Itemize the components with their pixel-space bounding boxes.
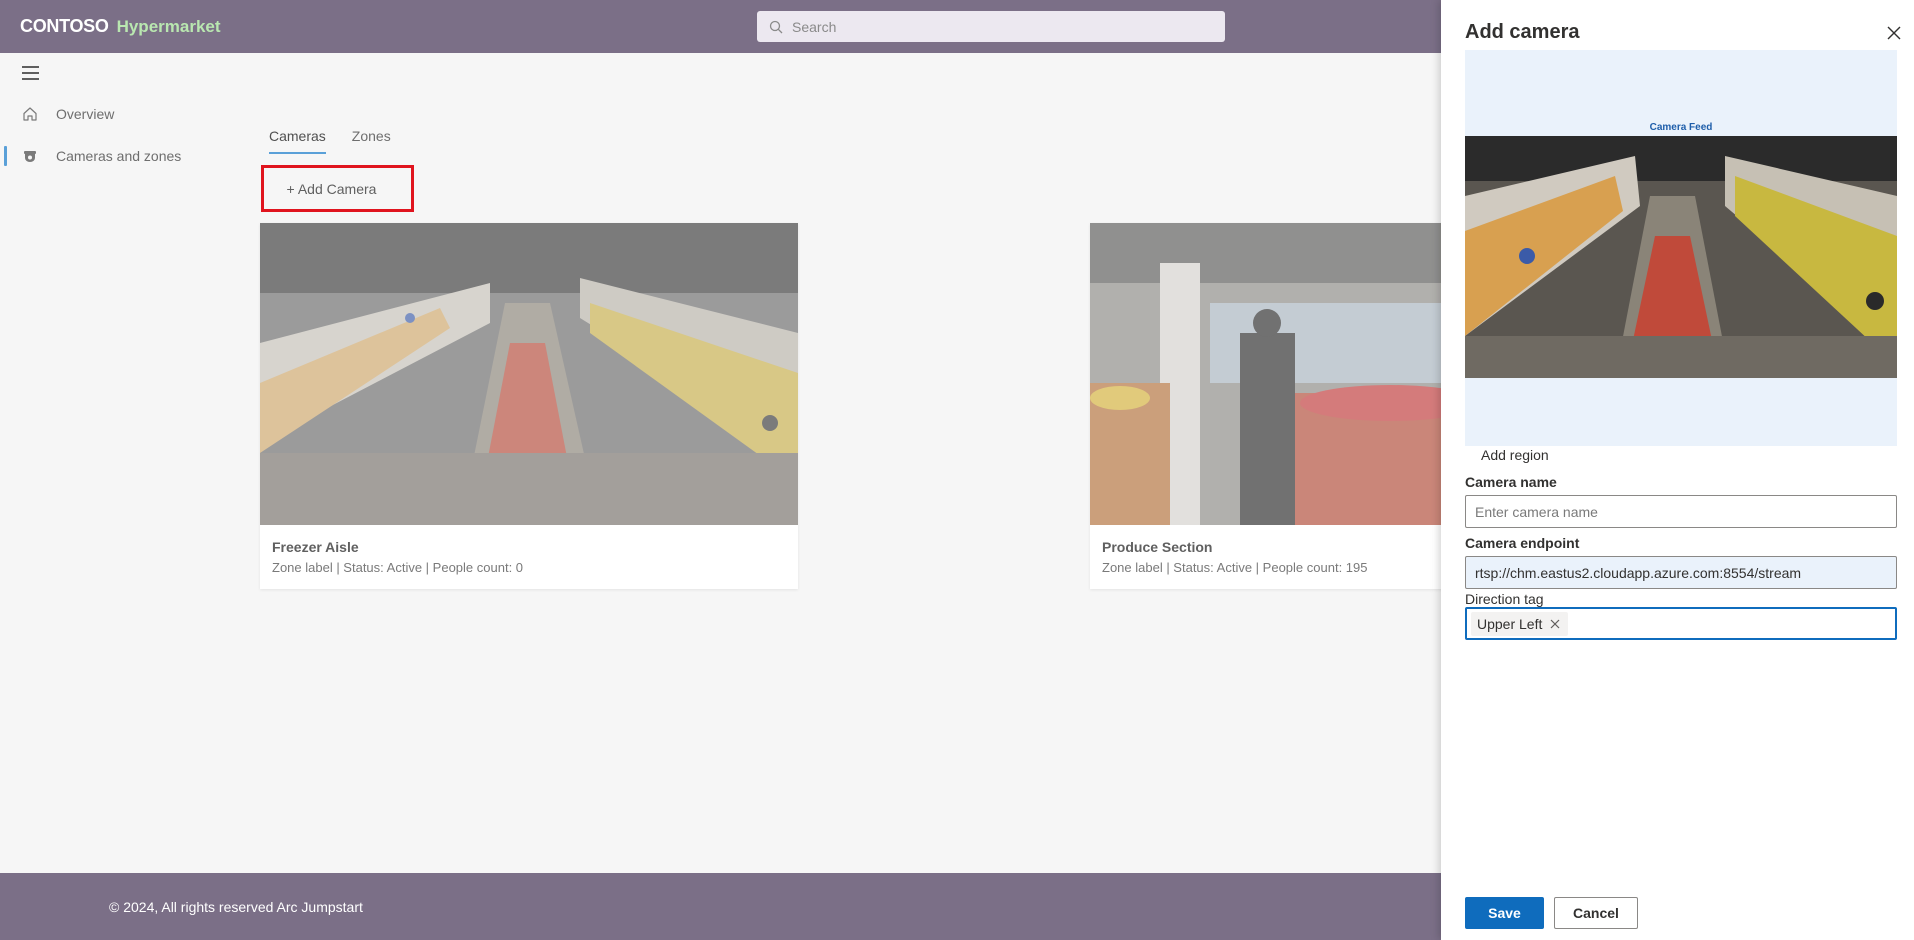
close-icon[interactable] bbox=[1885, 24, 1903, 42]
camera-feed-label: Camera Feed bbox=[1649, 122, 1713, 133]
save-button[interactable]: Save bbox=[1465, 897, 1544, 929]
logo-brand: CONTOSO bbox=[20, 16, 109, 36]
camera-endpoint-label: Camera endpoint bbox=[1465, 535, 1580, 551]
sidebar-item-overview[interactable]: Overview bbox=[0, 99, 230, 129]
card-title: Produce Section bbox=[1102, 539, 1213, 555]
tab-cameras[interactable]: Cameras bbox=[269, 128, 326, 154]
card-title: Freezer Aisle bbox=[272, 539, 359, 555]
tab-zones[interactable]: Zones bbox=[352, 128, 391, 154]
camera-thumbnail bbox=[260, 223, 798, 525]
search-placeholder: Search bbox=[792, 18, 837, 35]
remove-tag-icon[interactable] bbox=[1550, 619, 1560, 629]
camera-name-input[interactable] bbox=[1465, 495, 1897, 528]
sidebar-item-label: Overview bbox=[56, 106, 115, 122]
direction-tag-label: Direction tag bbox=[1465, 591, 1544, 607]
hamburger-menu-icon[interactable] bbox=[22, 66, 39, 80]
camera-feed-area[interactable]: Camera Feed bbox=[1465, 50, 1897, 446]
panel-title: Add camera bbox=[1465, 21, 1580, 43]
copyright-text: © 2024, All rights reserved Arc Jumpstar… bbox=[109, 899, 363, 915]
cancel-button[interactable]: Cancel bbox=[1554, 897, 1638, 929]
camera-icon bbox=[24, 151, 36, 162]
sidebar-item-cameras-and-zones[interactable]: Cameras and zones bbox=[0, 141, 230, 171]
logo-subtitle: Hypermarket bbox=[116, 17, 221, 36]
camera-card-freezer-aisle[interactable]: Freezer Aisle Zone label | Status: Activ… bbox=[260, 223, 798, 589]
tab-bar: Cameras Zones bbox=[269, 128, 391, 154]
direction-tag-chip: Upper Left bbox=[1471, 611, 1569, 636]
sidebar-item-label: Cameras and zones bbox=[56, 148, 182, 164]
camera-endpoint-input[interactable] bbox=[1465, 556, 1897, 589]
camera-name-label: Camera name bbox=[1465, 474, 1557, 490]
logo[interactable]: CONTOSO Hypermarket bbox=[20, 16, 221, 37]
direction-tag-input[interactable]: Upper Left bbox=[1465, 607, 1897, 640]
camera-feed-image bbox=[1465, 136, 1897, 378]
direction-tag-chip-label: Upper Left bbox=[1477, 615, 1543, 632]
search-box[interactable]: Search bbox=[757, 11, 1225, 42]
search-icon bbox=[769, 20, 783, 33]
add-region-button[interactable]: Add region bbox=[1481, 447, 1549, 463]
add-camera-button[interactable]: + Add Camera bbox=[269, 173, 394, 204]
active-indicator bbox=[4, 146, 7, 166]
add-camera-panel: Add camera Camera Feed Add region Camera… bbox=[1441, 0, 1914, 940]
card-meta: Zone label | Status: Active | People cou… bbox=[1102, 560, 1368, 575]
card-meta: Zone label | Status: Active | People cou… bbox=[272, 560, 524, 575]
home-icon bbox=[23, 107, 37, 121]
